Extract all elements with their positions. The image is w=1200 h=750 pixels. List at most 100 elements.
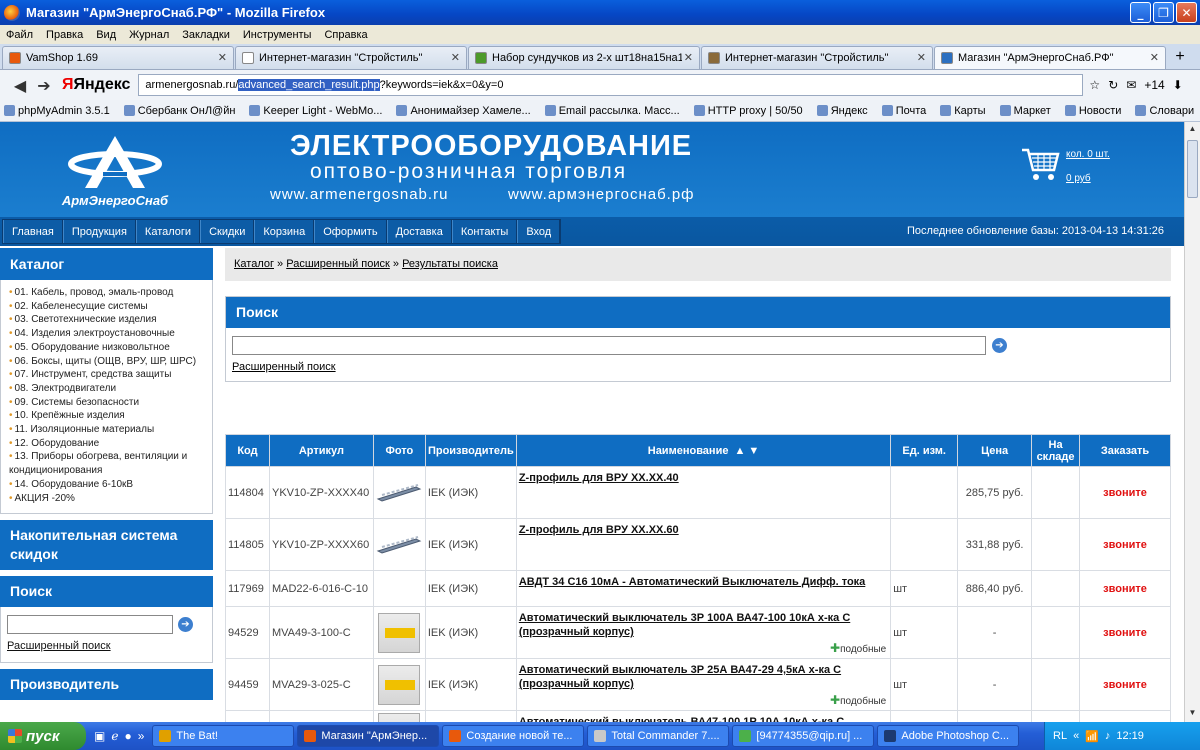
site-nav-item-4[interactable]: Корзина — [254, 220, 315, 243]
catalog-item[interactable]: • 05. Оборудование низковольтное — [9, 341, 207, 355]
advanced-search-link[interactable]: Расширенный поиск — [232, 361, 1170, 373]
bookmark-4[interactable]: Email рассылка. Масс... — [544, 105, 680, 117]
product-name-link[interactable]: АВДТ 34 С16 10мА - Автоматический Выключ… — [519, 576, 865, 588]
search-input[interactable] — [232, 336, 986, 355]
bookmark-5[interactable]: HTTP proxy | 50/50 — [693, 105, 803, 117]
firefox-quick-icon[interactable]: ● — [124, 729, 131, 743]
cell-photo[interactable] — [372, 710, 426, 722]
menu-view[interactable]: Вид — [96, 29, 116, 41]
bookmark-7[interactable]: Почта — [881, 105, 926, 117]
cell-photo[interactable] — [372, 658, 426, 711]
site-nav-item-0[interactable]: Главная — [3, 220, 63, 243]
scroll-up-icon[interactable]: ▲ — [1187, 124, 1198, 136]
product-name-link[interactable]: Автоматический выключатель 3Р 100А ВА47-… — [519, 612, 850, 638]
product-photo-z-profile[interactable] — [376, 483, 422, 503]
quick-more-icon[interactable]: » — [138, 729, 145, 743]
catalog-item[interactable]: • 11. Изоляционные материалы — [9, 423, 207, 437]
desktop-icon[interactable]: ▣ — [94, 729, 105, 743]
cell-photo[interactable] — [372, 466, 426, 519]
catalog-item[interactable]: • 06. Боксы, щиты (ОЩВ, ВРУ, ШР, ШРС) — [9, 355, 207, 369]
language-indicator[interactable]: RL — [1053, 730, 1067, 742]
menu-help[interactable]: Справка — [324, 29, 367, 41]
bookmark-2[interactable]: Keeper Light - WebMo... — [249, 105, 382, 117]
tab-2[interactable]: Набор сундучков из 2-х шт18на15на10... ✕ — [468, 46, 700, 69]
cell-order[interactable]: звоните — [1079, 658, 1171, 711]
restore-button[interactable]: ❐ — [1153, 2, 1174, 23]
star-icon[interactable]: ☆ — [1089, 78, 1100, 92]
menu-bookmarks[interactable]: Закладки — [182, 29, 230, 41]
taskbar-task-1[interactable]: Магазин "АрмЭнер... — [297, 725, 440, 747]
tab-3[interactable]: Интернет-магазин "Стройстиль" ✕ — [701, 46, 933, 69]
product-name-link[interactable]: Автоматический выключатель 3Р 25А ВА47-2… — [519, 664, 841, 690]
catalog-item[interactable]: • 10. Крепёжные изделия — [9, 409, 207, 423]
taskbar-task-2[interactable]: Создание новой те... — [442, 725, 585, 747]
catalog-item[interactable]: • 02. Кабеленесущие системы — [9, 300, 207, 314]
bookmark-11[interactable]: Словари — [1135, 105, 1194, 117]
catalog-item[interactable]: • 07. Инструмент, средства защиты — [9, 368, 207, 382]
catalog-item[interactable]: • АКЦИЯ -20% — [9, 492, 207, 506]
scroll-down-icon[interactable]: ▼ — [1187, 708, 1198, 720]
sidebar-advanced-search-link[interactable]: Расширенный поиск — [7, 640, 206, 652]
cell-order[interactable]: звоните — [1079, 606, 1171, 659]
product-name-link[interactable]: Z-профиль для ВРУ XX.XX.40 — [519, 472, 679, 484]
tab-4[interactable]: Магазин "АрмЭнергоСнаб.РФ" ✕ — [934, 46, 1166, 69]
download-icon[interactable]: ⬇ — [1173, 78, 1183, 92]
product-photo-breaker[interactable] — [378, 612, 421, 653]
menu-edit[interactable]: Правка — [46, 29, 83, 41]
catalog-item[interactable]: • 12. Оборудование — [9, 437, 207, 451]
tab-1[interactable]: Интернет-магазин "Стройстиль" ✕ — [235, 46, 467, 69]
back-button[interactable]: ◀ — [8, 76, 32, 95]
bookmark-9[interactable]: Маркет — [999, 105, 1051, 117]
cell-order[interactable] — [1079, 710, 1171, 722]
product-name-link[interactable]: Z-профиль для ВРУ XX.XX.60 — [519, 524, 679, 536]
catalog-item[interactable]: • 09. Системы безопасности — [9, 396, 207, 410]
breadcrumb-advanced-search[interactable]: Расширенный поиск — [286, 258, 390, 270]
similar-link[interactable]: ✚подобные — [830, 641, 886, 655]
site-nav-item-6[interactable]: Доставка — [386, 220, 452, 243]
cart-quantity-link[interactable]: кол. 0 шт. — [1066, 149, 1110, 160]
bookmark-0[interactable]: phpMyAdmin 3.5.1 — [4, 105, 110, 117]
taskbar-task-3[interactable]: Total Commander 7.... — [587, 725, 730, 747]
bookmark-6[interactable]: Яндекс — [816, 105, 868, 117]
cloud-count[interactable]: +14 — [1144, 78, 1164, 92]
similar-link[interactable]: ✚подобные — [830, 693, 886, 707]
menu-history[interactable]: Журнал — [129, 29, 169, 41]
cell-order[interactable]: звоните — [1079, 466, 1171, 519]
column-header-4[interactable]: Наименование ▲ ▼ — [515, 434, 892, 467]
product-photo-breaker[interactable] — [378, 713, 421, 722]
menu-file[interactable]: Файл — [6, 29, 33, 41]
site-nav-item-5[interactable]: Оформить — [314, 220, 387, 243]
product-photo-z-profile[interactable] — [376, 535, 422, 555]
tab-close-icon[interactable]: ✕ — [218, 51, 227, 64]
catalog-item[interactable]: • 03. Светотехнические изделия — [9, 313, 207, 327]
catalog-item[interactable]: • 13. Приборы обогрева, вентиляции и конд… — [9, 450, 207, 477]
breadcrumb-results[interactable]: Результаты поиска — [402, 258, 498, 270]
close-button[interactable]: ✕ — [1176, 2, 1197, 23]
ie-icon[interactable]: ℯ — [111, 729, 118, 743]
mail-icon[interactable]: ✉ — [1126, 78, 1136, 92]
catalog-item[interactable]: • 14. Оборудование 6-10кВ — [9, 478, 207, 492]
cart-icon[interactable] — [1020, 144, 1060, 184]
yandex-button[interactable]: ЯЯндекс — [62, 76, 130, 94]
bookmark-3[interactable]: Анонимайзер Хамеле... — [396, 105, 531, 117]
minimize-button[interactable]: _ — [1130, 2, 1151, 23]
cell-order[interactable]: звоните — [1079, 518, 1171, 571]
cell-photo[interactable] — [372, 518, 426, 571]
site-nav-item-7[interactable]: Контакты — [451, 220, 518, 243]
forward-button[interactable]: ➔ — [32, 76, 56, 95]
tab-close-icon[interactable]: ✕ — [451, 51, 460, 64]
taskbar-task-4[interactable]: [94774355@qip.ru] ... — [732, 725, 875, 747]
site-nav-item-2[interactable]: Каталоги — [135, 220, 201, 243]
page-scrollbar[interactable]: ▲ ▼ — [1184, 122, 1200, 722]
tab-close-icon[interactable]: ✕ — [917, 51, 926, 64]
tab-0[interactable]: VamShop 1.69 ✕ — [2, 46, 234, 69]
new-tab-button[interactable]: + — [1167, 48, 1193, 66]
bookmark-8[interactable]: Карты — [940, 105, 986, 117]
cell-photo[interactable] — [372, 606, 426, 659]
catalog-item[interactable]: • 08. Электродвигатели — [9, 382, 207, 396]
sort-arrows-icon[interactable]: ▲ ▼ — [734, 445, 759, 457]
scroll-thumb[interactable] — [1187, 140, 1198, 198]
discount-title[interactable]: Накопительная система скидок — [0, 520, 213, 571]
search-go-icon[interactable]: ➔ — [992, 338, 1007, 353]
tray-back-icon[interactable]: « — [1073, 730, 1079, 742]
